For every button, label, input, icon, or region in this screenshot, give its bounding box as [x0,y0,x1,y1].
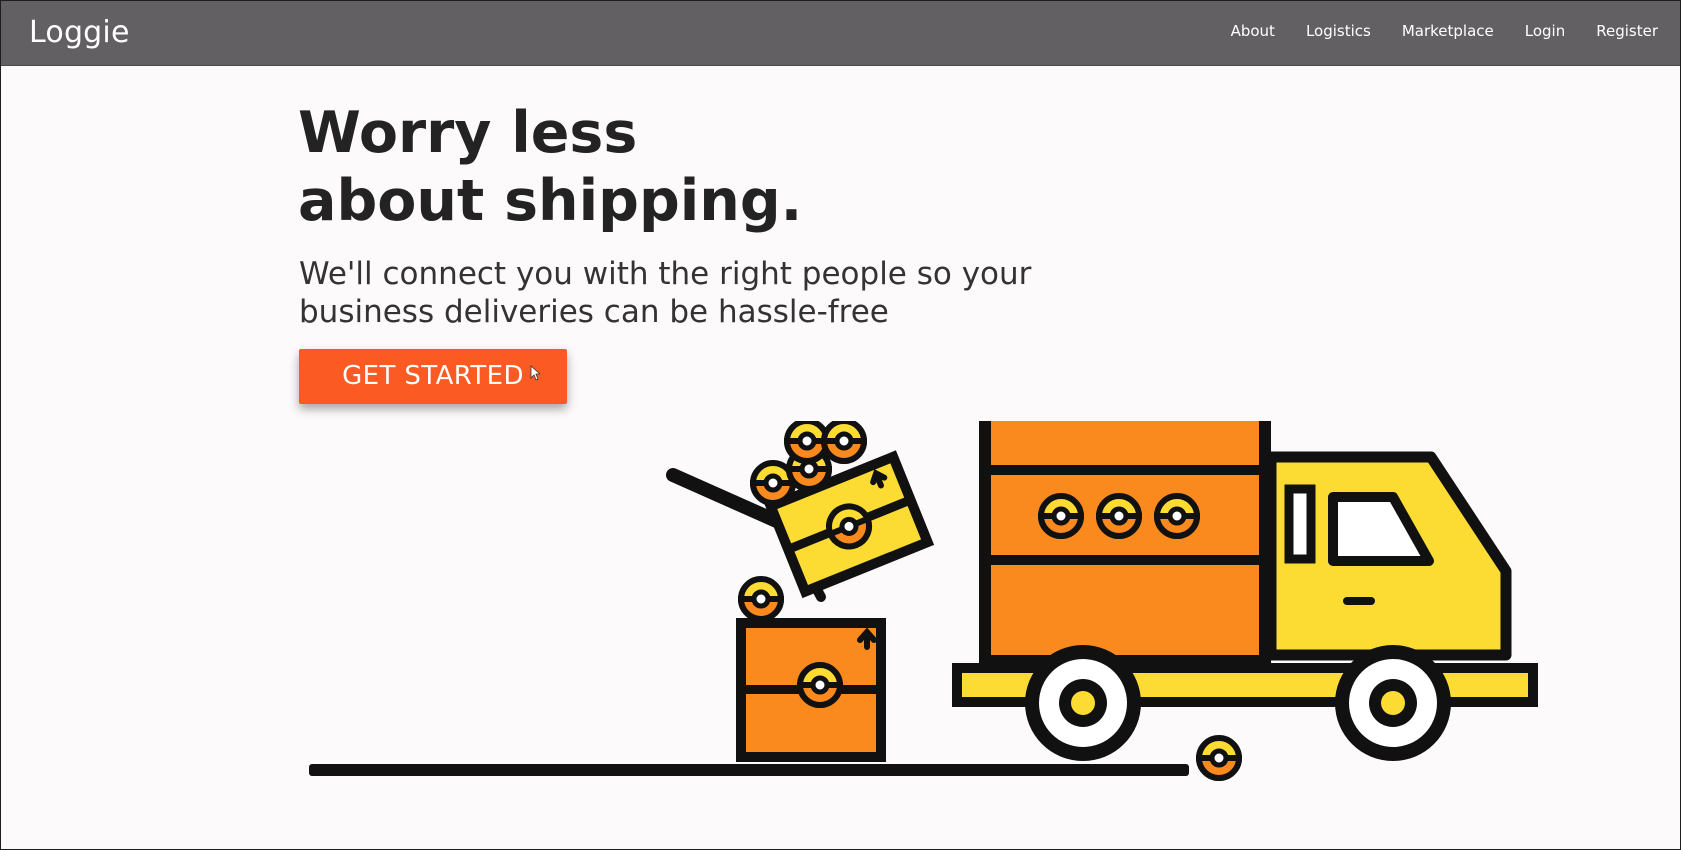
truck-mirror [1284,484,1316,564]
truck-door-line [1343,597,1375,605]
lower-box-package-icon [800,665,840,705]
get-started-button[interactable]: GET STARTED [299,349,567,404]
spilled-package-icon-4 [824,421,864,461]
nav-link-login[interactable]: Login [1525,22,1565,40]
ground-line [309,764,1189,776]
page-frame: Loggie About Logistics Marketplace Login… [0,0,1681,850]
mouse-cursor-icon [530,365,540,381]
front-wheel-icon [1335,645,1451,761]
rear-wheel-icon [1025,645,1141,761]
delivery-truck-illustration [309,421,1538,791]
cargo-package-icon-3 [1157,496,1197,536]
nav-link-about[interactable]: About [1231,22,1275,40]
hero-subtitle: We'll connect you with the right people … [299,255,1031,331]
hero-subtitle-line-1: We'll connect you with the right people … [299,256,1032,292]
hero-title-line-1: Worry less [298,100,638,166]
top-of-box-package-icon [741,579,781,619]
ground-package-icon [1199,738,1239,778]
cargo-package-icon-2 [1099,496,1139,536]
nav-link-logistics[interactable]: Logistics [1306,22,1371,40]
cargo-package-icon-1 [1041,496,1081,536]
nav-links: About Logistics Marketplace Login Regist… [1231,22,1658,40]
brand-logo[interactable]: Loggie [29,15,130,50]
nav-link-register[interactable]: Register [1596,22,1658,40]
nav-link-marketplace[interactable]: Marketplace [1402,22,1494,40]
top-navbar: Loggie About Logistics Marketplace Login… [1,1,1680,66]
truck-cargo-box [979,421,1271,667]
hero-subtitle-line-2: business deliveries can be hassle-free [299,294,889,330]
hero-title: Worry less about shipping. [298,99,802,235]
hero-title-line-2: about shipping. [298,168,803,234]
